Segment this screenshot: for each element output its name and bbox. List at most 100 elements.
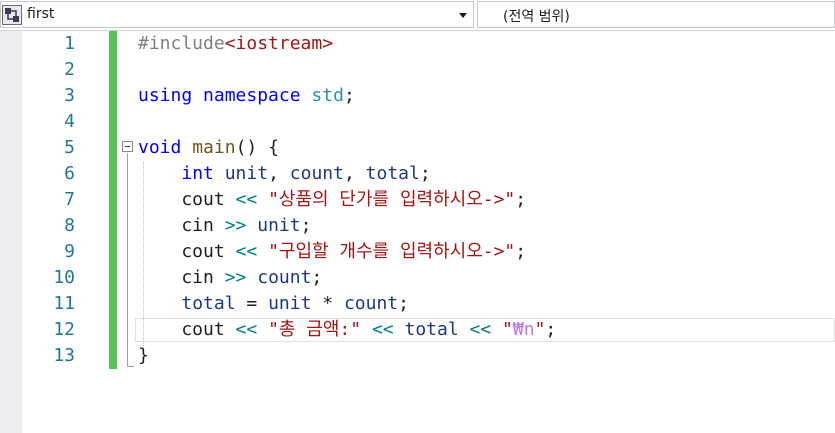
line-number: 10 [53, 267, 75, 288]
collapse-icon[interactable] [122, 141, 133, 152]
line-number: 6 [64, 163, 75, 184]
code-token: std [311, 85, 344, 106]
code-token: "상품의 단가를 입력하시오->" [268, 189, 516, 210]
code-token: () { [235, 137, 279, 158]
scope-dropdown[interactable]: first [0, 1, 474, 28]
navigation-bar: first (전역 범위) [0, 0, 835, 31]
code-token: count [343, 293, 399, 314]
code-token: total [181, 293, 236, 314]
line-number: 12 [53, 319, 75, 340]
code-token: ; [515, 189, 527, 210]
code-token: << [371, 319, 394, 340]
code-token: " [502, 319, 513, 340]
fold-region-end [127, 366, 134, 367]
code-token: " [534, 319, 546, 340]
code-token: cout [138, 319, 236, 340]
code-token: total [365, 163, 420, 184]
code-token: cin [138, 267, 225, 288]
code-line[interactable]: using namespace std; [138, 83, 355, 109]
line-number: 5 [64, 137, 75, 158]
fold-region-line [127, 153, 128, 367]
line-number: 7 [64, 189, 75, 210]
code-token: unit [257, 215, 301, 236]
code-line[interactable]: cout << "총 금액:" << total << "₩n"; [138, 317, 556, 343]
line-number: 11 [53, 293, 75, 314]
code-token: int [181, 163, 214, 184]
code-token: , [343, 163, 366, 184]
code-token: << [235, 319, 258, 340]
code-token: << [235, 189, 258, 210]
code-token: count [257, 267, 312, 288]
code-token: unit [224, 163, 269, 184]
code-token: << [469, 319, 492, 340]
code-token: ; [398, 293, 409, 314]
code-token: "총 금액:" [268, 319, 362, 340]
code-line[interactable]: total = unit * count; [138, 291, 409, 317]
code-line[interactable]: cin >> unit; [138, 213, 311, 239]
code-line[interactable]: cin >> count; [138, 265, 322, 291]
code-token: ; [545, 319, 557, 340]
code-token: main [192, 137, 236, 158]
code-token: ; [343, 85, 355, 106]
code-token: "구입할 개수를 입력하시오->" [268, 241, 516, 262]
code-token: >> [224, 267, 247, 288]
code-token: cout [138, 189, 236, 210]
code-token: , [268, 163, 290, 184]
code-token: cin [138, 215, 225, 236]
code-token: * [311, 293, 344, 314]
code-token: << [235, 241, 258, 262]
code-line[interactable]: cout << "상품의 단가를 입력하시오->"; [138, 187, 526, 213]
chevron-down-icon[interactable] [459, 13, 467, 18]
line-number: 2 [64, 59, 75, 80]
code-token: count [289, 163, 344, 184]
code-token: = [235, 293, 269, 314]
code-line[interactable]: } [138, 343, 149, 369]
code-token: } [138, 345, 149, 366]
code-line[interactable]: int unit, count, total; [138, 161, 431, 187]
code-token: namespace [203, 85, 301, 106]
line-number: 13 [53, 345, 75, 366]
code-line[interactable]: cout << "구입할 개수를 입력하시오->"; [138, 239, 526, 265]
code-token: cout [138, 241, 236, 262]
code-token: ; [300, 215, 312, 236]
code-token: ; [515, 241, 527, 262]
code-token: total [404, 319, 459, 340]
project-scope-icon [2, 5, 22, 25]
line-number: 3 [64, 85, 75, 106]
code-line[interactable]: void main() { [138, 135, 279, 161]
line-number: 9 [64, 241, 75, 262]
code-token: >> [224, 215, 247, 236]
code-token: ; [311, 267, 323, 288]
change-tracking-bar [109, 31, 117, 369]
scope-label: first [27, 6, 55, 22]
line-number: 4 [64, 111, 75, 132]
member-label: (전역 범위) [503, 9, 570, 25]
code-token: void [138, 137, 182, 158]
code-token: using [138, 85, 193, 106]
code-line[interactable]: #include<iostream> [138, 31, 333, 57]
member-dropdown[interactable]: (전역 범위) [477, 1, 835, 28]
code-token: unit [268, 293, 312, 314]
code-token: #include [138, 33, 225, 54]
code-token: ₩n [512, 319, 535, 340]
line-number: 1 [64, 33, 75, 54]
code-token: <iostream> [224, 33, 334, 54]
line-number: 8 [64, 215, 75, 236]
code-token: ; [419, 163, 431, 184]
code-editor[interactable]: 1 2 3 4 5 6 7 8 9 10 11 12 13 #include<iostream> usin… [0, 31, 835, 433]
